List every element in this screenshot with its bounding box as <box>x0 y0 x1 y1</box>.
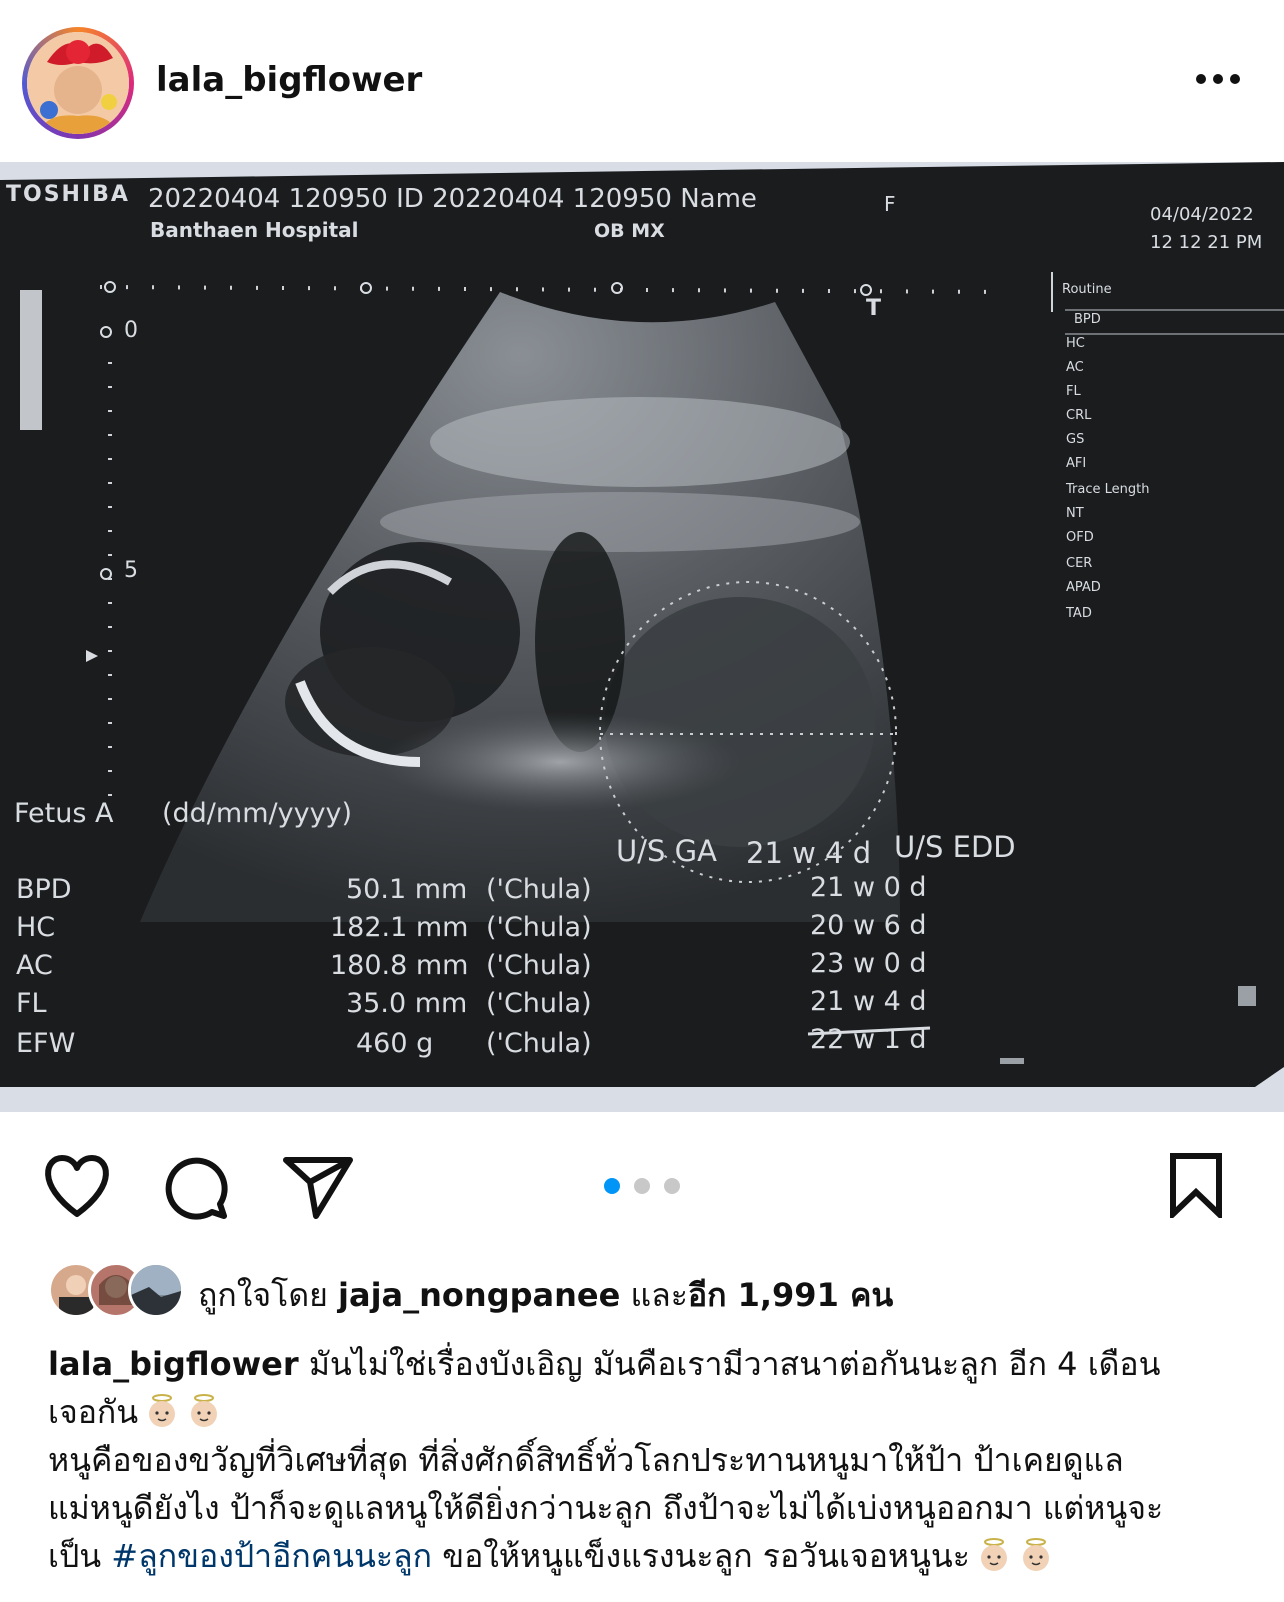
measure-ref: ('Chula) <box>486 912 592 943</box>
measure-ref: ('Chula) <box>486 950 592 981</box>
action-bar <box>0 1112 1284 1242</box>
story-ring[interactable] <box>22 27 134 139</box>
measure-age: 22 w 1 d <box>810 1024 927 1055</box>
more-horizontal-icon[interactable] <box>1196 74 1240 88</box>
likes-count[interactable]: อีก 1,991 คน <box>688 1276 893 1314</box>
baby-angel-emoji <box>191 1394 218 1427</box>
send-icon[interactable] <box>282 1154 354 1220</box>
baby-angel-emoji <box>980 1538 1007 1571</box>
likes-user[interactable]: jaja_nongpanee <box>338 1276 620 1314</box>
bookmark-icon[interactable] <box>1168 1152 1224 1218</box>
scan-menu-item: APAD <box>1066 580 1101 595</box>
scan-header-line: 20220404 120950 ID 20220404 120950 Name <box>148 184 757 214</box>
scan-menu-item: HC <box>1066 336 1085 351</box>
baby-angel-emoji <box>1022 1538 1049 1571</box>
measure-ref: ('Chula) <box>486 874 592 905</box>
scan-menu-item: FL <box>1066 384 1081 399</box>
scan-menu-item: TAD <box>1066 606 1092 621</box>
caption-line: หนูคือของขวัญที่วิเศษที่สุด ที่สิ่งศักดิ… <box>48 1436 1248 1484</box>
caption-text: มันไม่ใช่เรื่องบังเอิญ มันคือเรามีวาสนาต… <box>308 1345 1161 1383</box>
measure-ref: ('Chula) <box>486 1028 592 1059</box>
likes-prefix: ถูกใจโดย <box>198 1276 328 1314</box>
caption-text: หนูคือของขวัญที่วิเศษที่สุด ที่สิ่งศักดิ… <box>48 1441 1124 1479</box>
likes-middle: และ <box>630 1276 688 1314</box>
post-image[interactable]: TOSHIBA 20220404 120950 ID 20220404 1209… <box>0 162 1284 1112</box>
caption-text: ขอให้หนูแข็งแรงนะลูก รอวันเจอหนูนะ <box>442 1537 970 1575</box>
scan-scale-0: 0 <box>124 318 138 343</box>
measure-name: BPD <box>16 874 72 905</box>
scan-ga-label: U/S GA <box>616 834 717 868</box>
scan-fetus-label: Fetus A <box>14 798 114 829</box>
measure-value: 35.0 mm <box>346 988 468 1019</box>
carousel-dot[interactable] <box>604 1178 620 1194</box>
caption-hashtag[interactable]: #ลูกของป้าอีกคนนะลูก <box>111 1537 432 1575</box>
measure-age: 23 w 0 d <box>810 948 927 979</box>
avatar[interactable] <box>27 32 129 134</box>
measure-name: AC <box>16 950 53 981</box>
scan-marker-t: T <box>866 296 882 321</box>
scan-time: 12 12 21 PM <box>1150 232 1263 253</box>
caption-line: lala_bigflower มันไม่ใช่เรื่องบังเอิญ มั… <box>48 1340 1248 1388</box>
scan-menu-item: BPD <box>1074 312 1101 327</box>
scan-menu-item: NT <box>1066 506 1084 521</box>
caption-text: เป็น <box>48 1537 102 1575</box>
comment-icon[interactable] <box>164 1154 230 1220</box>
post-header: lala_bigflower <box>0 0 1284 162</box>
scan-edd-label: U/S EDD <box>894 830 1016 864</box>
baby-angel-emoji <box>149 1394 176 1427</box>
avatar[interactable] <box>128 1262 184 1318</box>
caption-text: เจอกัน <box>48 1393 139 1431</box>
ultrasound-image <box>0 162 1284 1087</box>
scan-brand: TOSHIBA <box>6 182 130 207</box>
caption-username[interactable]: lala_bigflower <box>48 1345 299 1383</box>
carousel-dot[interactable] <box>664 1178 680 1194</box>
caption-line: เจอกัน <box>48 1388 1248 1436</box>
scan-menu-title: Routine <box>1062 282 1112 297</box>
caption-line: เป็น #ลูกของป้าอีกคนนะลูก ขอให้หนูแข็งแร… <box>48 1532 1248 1580</box>
measure-name: HC <box>16 912 56 943</box>
scan-mode: OB MX <box>594 220 665 242</box>
measure-age: 21 w 0 d <box>810 872 927 903</box>
caption-text: แม่หนูดียังไง ป้าก็จะดูแลหนูให้ดียิ่งกว่… <box>48 1489 1164 1527</box>
carousel-dot[interactable] <box>634 1178 650 1194</box>
measure-value: 460 g <box>356 1028 434 1059</box>
scan-menu-item: CRL <box>1066 408 1092 423</box>
scan-menu-item: CER <box>1066 556 1093 571</box>
measure-value: 180.8 mm <box>330 950 469 981</box>
scan-header-sex: F <box>884 192 896 216</box>
carousel-indicator <box>604 1178 684 1198</box>
post-username[interactable]: lala_bigflower <box>156 60 422 100</box>
measure-ref: ('Chula) <box>486 988 592 1019</box>
measure-age: 20 w 6 d <box>810 910 927 941</box>
scan-menu-item: AC <box>1066 360 1084 375</box>
scan-hospital: Banthaen Hospital <box>150 218 359 242</box>
scan-menu-item: OFD <box>1066 530 1094 545</box>
measure-value: 182.1 mm <box>330 912 469 943</box>
measure-age: 21 w 4 d <box>810 986 927 1017</box>
scan-scale-5: 5 <box>124 558 138 583</box>
scan-menu-item: GS <box>1066 432 1085 447</box>
likes-summary: ถูกใจโดย jaja_nongpanee และอีก 1,991 คน <box>198 1270 893 1321</box>
caption-line: แม่หนูดียังไง ป้าก็จะดูแลหนูให้ดียิ่งกว่… <box>48 1484 1248 1532</box>
measure-name: FL <box>16 988 47 1019</box>
measure-name: EFW <box>16 1028 76 1059</box>
measure-value: 50.1 mm <box>346 874 468 905</box>
scan-date-format: (dd/mm/yyyy) <box>162 798 353 829</box>
scan-menu-item: Trace Length <box>1066 482 1150 497</box>
scan-ga-value: 21 w 4 d <box>746 836 872 870</box>
scan-menu-item: AFI <box>1066 456 1087 471</box>
post-caption: lala_bigflower มันไม่ใช่เรื่องบังเอิญ มั… <box>48 1340 1248 1580</box>
heart-icon[interactable] <box>42 1154 112 1218</box>
scan-date: 04/04/2022 <box>1150 204 1254 225</box>
